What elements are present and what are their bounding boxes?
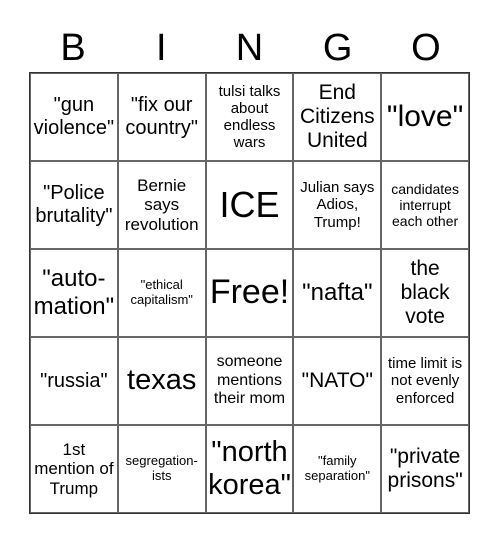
bingo-grid: "gun violence" "fix our country" tulsi t… xyxy=(29,72,470,514)
bingo-cell[interactable]: Julian says Adios, Trump! xyxy=(293,161,382,249)
bingo-cell[interactable]: "family separation" xyxy=(293,425,382,513)
bingo-cell[interactable]: "russia" xyxy=(30,337,118,425)
bingo-cell[interactable]: "Police brutality" xyxy=(30,161,118,249)
bingo-cell[interactable]: segregation-ists xyxy=(117,425,206,513)
header-letter-b: B xyxy=(60,27,86,69)
bingo-cell[interactable]: "fix our country" xyxy=(117,73,206,161)
header-letter-o: O xyxy=(411,27,441,69)
bingo-cell[interactable]: Bernie says revolution xyxy=(117,161,206,249)
bingo-cell[interactable]: "ethical capitalism" xyxy=(117,249,206,337)
bingo-header: B I N G O xyxy=(29,24,470,72)
bingo-cell[interactable]: ICE xyxy=(205,161,294,249)
bingo-cell[interactable]: "gun violence" xyxy=(30,73,118,161)
bingo-cell[interactable]: someone mentions their mom xyxy=(205,337,294,425)
bingo-cell[interactable]: tulsi talks about endless wars xyxy=(205,73,294,161)
free-space[interactable]: Free! xyxy=(205,249,294,337)
bingo-cell[interactable]: 1st mention of Trump xyxy=(30,425,118,513)
bingo-cell[interactable]: candidates interrupt each other xyxy=(381,161,469,249)
header-letter-n: N xyxy=(235,27,264,69)
bingo-cell[interactable]: "private prisons" xyxy=(381,425,469,513)
bingo-cell[interactable]: "north korea" xyxy=(205,425,294,513)
bingo-cell[interactable]: time limit is not evenly enforced xyxy=(381,337,469,425)
bingo-cell[interactable]: "love" xyxy=(381,73,469,161)
bingo-cell[interactable]: "NATO" xyxy=(293,337,382,425)
header-letter-g: G xyxy=(322,27,353,69)
bingo-cell[interactable]: "auto-mation" xyxy=(30,249,118,337)
bingo-cell[interactable]: End Citizens United xyxy=(293,73,382,161)
header-letter-i: I xyxy=(156,27,167,69)
bingo-cell[interactable]: "nafta" xyxy=(293,249,382,337)
bingo-cell[interactable]: texas xyxy=(117,337,206,425)
bingo-cell[interactable]: the black vote xyxy=(381,249,469,337)
